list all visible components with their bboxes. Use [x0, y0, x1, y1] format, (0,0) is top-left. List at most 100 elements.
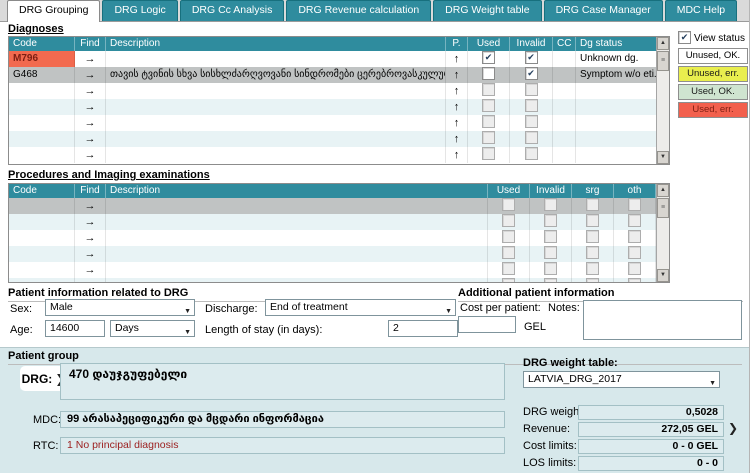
- los-input[interactable]: 2: [388, 320, 458, 337]
- table-row[interactable]: →↑: [9, 99, 656, 115]
- find-arrow-icon[interactable]: →: [85, 101, 96, 113]
- oth-checkbox[interactable]: [628, 214, 641, 227]
- table-row[interactable]: →↑: [9, 131, 656, 147]
- column-header-oth[interactable]: oth: [614, 184, 656, 198]
- procedures-scrollbar[interactable]: ▲ ≡ ▼: [656, 184, 669, 282]
- oth-checkbox[interactable]: [628, 230, 641, 243]
- view-status-checkbox[interactable]: ✔: [678, 31, 691, 44]
- used-checkbox[interactable]: [502, 246, 515, 259]
- srg-checkbox[interactable]: [586, 278, 599, 283]
- table-row[interactable]: →: [9, 246, 656, 262]
- notes-textarea[interactable]: [583, 300, 742, 340]
- table-row[interactable]: →: [9, 230, 656, 246]
- srg-checkbox[interactable]: [586, 262, 599, 275]
- oth-checkbox[interactable]: [628, 198, 641, 211]
- table-row[interactable]: →↑: [9, 147, 656, 163]
- invalid-checkbox[interactable]: [544, 278, 557, 283]
- column-header-description[interactable]: Description: [106, 184, 488, 198]
- table-row[interactable]: →: [9, 278, 656, 283]
- tab-drg-grouping[interactable]: DRG Grouping: [7, 0, 100, 22]
- tab-drg-weight-table[interactable]: DRG Weight table: [433, 0, 541, 21]
- up-arrow-icon[interactable]: ↑: [454, 149, 460, 161]
- column-header-invalid[interactable]: Invalid: [510, 37, 553, 51]
- find-arrow-icon[interactable]: →: [85, 248, 96, 260]
- discharge-select[interactable]: End of treatment ▼: [265, 299, 456, 316]
- column-header-invalid[interactable]: Invalid: [530, 184, 572, 198]
- invalid-checkbox[interactable]: [525, 131, 538, 144]
- up-arrow-icon[interactable]: ↑: [454, 69, 460, 81]
- tab-drg-logic[interactable]: DRG Logic: [102, 0, 177, 21]
- column-header-used[interactable]: Used: [488, 184, 530, 198]
- invalid-checkbox[interactable]: [544, 230, 557, 243]
- find-arrow-icon[interactable]: →: [85, 133, 96, 145]
- scrollbar-thumb[interactable]: ≡: [657, 198, 669, 218]
- srg-checkbox[interactable]: [586, 246, 599, 259]
- column-header-used[interactable]: Used: [468, 37, 510, 51]
- up-arrow-icon[interactable]: ↑: [454, 117, 460, 129]
- invalid-checkbox[interactable]: [544, 262, 557, 275]
- table-row[interactable]: →↑: [9, 115, 656, 131]
- table-row[interactable]: →↑: [9, 83, 656, 99]
- find-arrow-icon[interactable]: →: [85, 53, 96, 65]
- table-row[interactable]: →: [9, 198, 656, 214]
- column-header-code[interactable]: Code: [9, 184, 75, 198]
- column-header-dg-status[interactable]: Dg status: [576, 37, 656, 51]
- scroll-up-icon[interactable]: ▲: [657, 37, 669, 50]
- up-arrow-icon[interactable]: ↑: [454, 85, 460, 97]
- used-checkbox[interactable]: [502, 214, 515, 227]
- chevron-right-icon[interactable]: ❯: [728, 421, 738, 435]
- oth-checkbox[interactable]: [628, 278, 641, 283]
- find-arrow-icon[interactable]: →: [85, 69, 96, 81]
- used-checkbox[interactable]: [482, 99, 495, 112]
- tab-drg-cc-analysis[interactable]: DRG Cc Analysis: [180, 0, 285, 21]
- find-arrow-icon[interactable]: →: [85, 117, 96, 129]
- table-row[interactable]: →: [9, 262, 656, 278]
- used-checkbox[interactable]: [482, 67, 495, 80]
- column-header-find[interactable]: Find: [75, 184, 106, 198]
- column-header-cc[interactable]: CC: [553, 37, 576, 51]
- scroll-up-icon[interactable]: ▲: [657, 184, 669, 197]
- drg-weight-table-select[interactable]: LATVIA_DRG_2017 ▼: [523, 371, 720, 388]
- find-arrow-icon[interactable]: →: [85, 85, 96, 97]
- used-checkbox[interactable]: [482, 83, 495, 96]
- find-arrow-icon[interactable]: →: [85, 264, 96, 276]
- up-arrow-icon[interactable]: ↑: [454, 101, 460, 113]
- used-checkbox[interactable]: [502, 198, 515, 211]
- column-header-srg[interactable]: srg: [572, 184, 614, 198]
- scrollbar-thumb[interactable]: ≡: [657, 51, 669, 71]
- tab-mdc-help[interactable]: MDC Help: [665, 0, 737, 21]
- invalid-checkbox[interactable]: [544, 198, 557, 211]
- find-arrow-icon[interactable]: →: [85, 149, 96, 161]
- invalid-checkbox[interactable]: ✔: [525, 67, 538, 80]
- column-header-code[interactable]: Code: [9, 37, 75, 51]
- srg-checkbox[interactable]: [586, 214, 599, 227]
- srg-checkbox[interactable]: [586, 230, 599, 243]
- age-unit-select[interactable]: Days ▼: [110, 320, 195, 337]
- cost-per-patient-input[interactable]: [458, 316, 516, 333]
- up-arrow-icon[interactable]: ↑: [454, 53, 460, 65]
- scroll-down-icon[interactable]: ▼: [657, 269, 669, 282]
- up-arrow-icon[interactable]: ↑: [454, 133, 460, 145]
- sex-select[interactable]: Male ▼: [45, 299, 195, 316]
- invalid-checkbox[interactable]: [525, 147, 538, 160]
- find-arrow-icon[interactable]: →: [85, 216, 96, 228]
- used-checkbox[interactable]: [502, 230, 515, 243]
- table-row[interactable]: G468→თავის ტვინის სხვა სისხლძარღვოვანი ს…: [9, 67, 656, 83]
- invalid-checkbox[interactable]: [525, 99, 538, 112]
- used-checkbox[interactable]: ✔: [482, 51, 495, 64]
- column-header-find[interactable]: Find: [75, 37, 106, 51]
- scroll-down-icon[interactable]: ▼: [657, 151, 669, 164]
- invalid-checkbox[interactable]: [525, 115, 538, 128]
- table-row[interactable]: →: [9, 214, 656, 230]
- used-checkbox[interactable]: [482, 147, 495, 160]
- find-arrow-icon[interactable]: →: [85, 232, 96, 244]
- table-row[interactable]: M796→↑✔✔Unknown dg.: [9, 51, 656, 67]
- find-arrow-icon[interactable]: →: [85, 280, 96, 283]
- srg-checkbox[interactable]: [586, 198, 599, 211]
- column-header-p[interactable]: P.: [446, 37, 468, 51]
- oth-checkbox[interactable]: [628, 246, 641, 259]
- invalid-checkbox[interactable]: [525, 83, 538, 96]
- age-input[interactable]: 14600: [45, 320, 105, 337]
- oth-checkbox[interactable]: [628, 262, 641, 275]
- tab-drg-revenue-calculation[interactable]: DRG Revenue calculation: [286, 0, 431, 21]
